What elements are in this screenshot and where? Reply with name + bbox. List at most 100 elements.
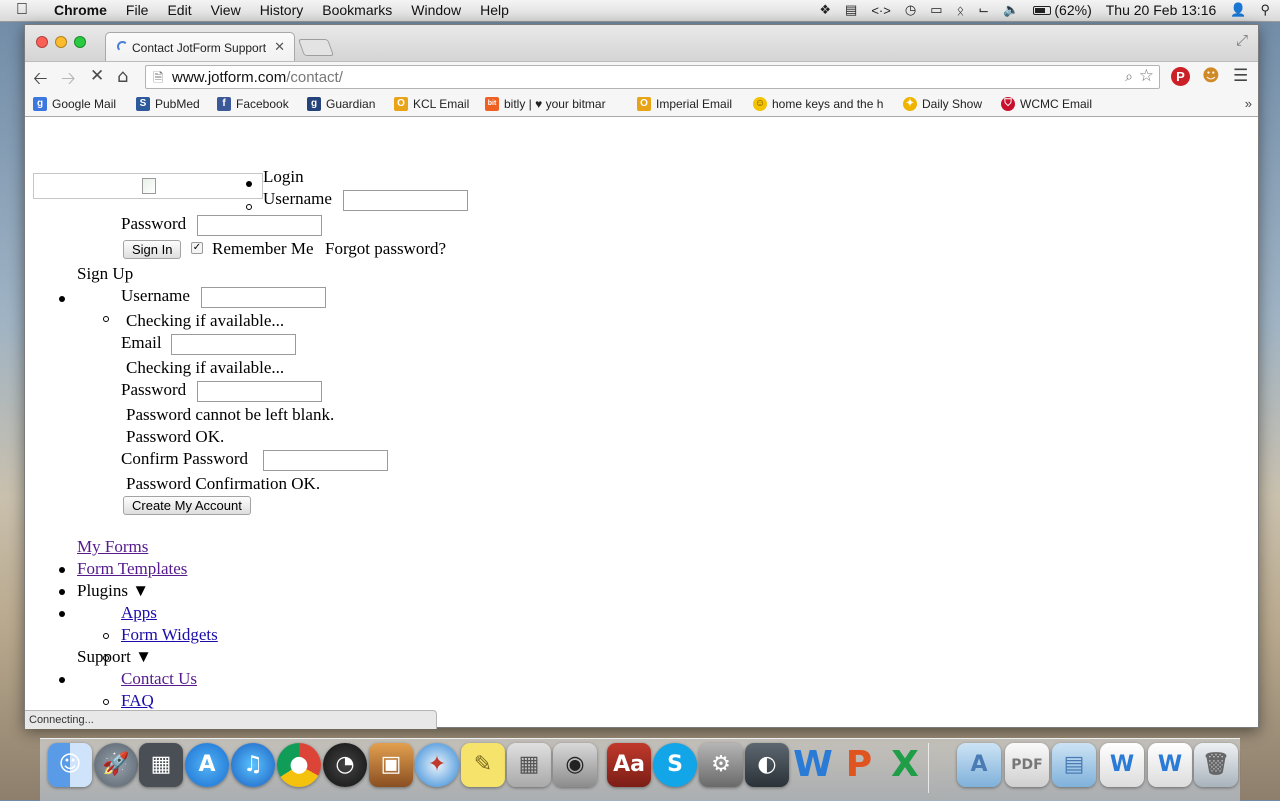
bookmark-daily-show[interactable]: ✦ Daily Show bbox=[903, 97, 982, 111]
menu-history[interactable]: History bbox=[260, 2, 304, 18]
applications-folder-icon[interactable]: A bbox=[957, 743, 1001, 787]
word-document-icon[interactable]: W bbox=[1148, 743, 1192, 787]
dictionary-icon[interactable]: Aa bbox=[607, 743, 651, 787]
dashboard-icon[interactable]: ◔ bbox=[323, 743, 367, 787]
word-icon[interactable]: W bbox=[791, 743, 835, 787]
chrome-icon[interactable]: ● bbox=[277, 743, 321, 787]
chrome-menu-icon[interactable]: ☰ bbox=[1233, 66, 1248, 86]
safari-icon[interactable]: ✦ bbox=[415, 743, 459, 787]
iphoto-icon[interactable]: ▣ bbox=[369, 743, 413, 787]
display-icon[interactable]: ▭ bbox=[930, 2, 942, 18]
outlook-icon: O bbox=[637, 97, 651, 111]
calculator-icon[interactable]: ▦ bbox=[507, 743, 551, 787]
signup-heading: Sign Up bbox=[77, 264, 134, 283]
pdf-document-icon[interactable]: PDF bbox=[1005, 743, 1049, 787]
battery-indicator[interactable]: (62%) bbox=[1033, 2, 1092, 18]
user-icon[interactable]: 👤 bbox=[1230, 2, 1246, 18]
nav-plugins-menu[interactable]: Plugins ▼ bbox=[77, 581, 149, 601]
sign-in-button[interactable]: Sign In bbox=[123, 240, 182, 259]
documents-folder-icon[interactable]: ▤ bbox=[1052, 743, 1096, 787]
menu-help[interactable]: Help bbox=[480, 2, 509, 18]
zoom-icon[interactable]: ⌕ bbox=[1125, 68, 1133, 85]
signup-email-input[interactable] bbox=[171, 334, 296, 355]
nav-my-forms-link[interactable]: My Forms bbox=[77, 537, 148, 557]
stop-loading-button[interactable]: ✕ bbox=[90, 66, 104, 86]
system-preferences-icon[interactable]: ⚙ bbox=[699, 743, 743, 787]
bullet-icon bbox=[59, 611, 65, 617]
menu-view[interactable]: View bbox=[211, 2, 241, 18]
logo-image[interactable] bbox=[33, 173, 263, 199]
status-menus: ❖ ▤ <·> ◷ ▭ ᛟ ⌙ 🔈 (62%) Thu 20 Feb 13:16… bbox=[819, 2, 1270, 18]
pinterest-icon[interactable]: P bbox=[1171, 67, 1190, 86]
signup-username-input[interactable] bbox=[201, 287, 326, 308]
bluetooth-icon[interactable]: ᛟ bbox=[956, 3, 964, 18]
spotlight-search-icon[interactable]: ⚲ bbox=[1260, 2, 1270, 18]
address-bar[interactable]: 🗎 www.jotform.com/contact/ ⌕ ☆ bbox=[145, 65, 1160, 89]
nav-form-widgets-link[interactable]: Form Widgets bbox=[121, 625, 218, 645]
home-button[interactable]: ⌂ bbox=[117, 66, 128, 87]
bookmark-imperial-email[interactable]: O Imperial Email bbox=[637, 97, 732, 111]
itunes-icon[interactable]: ♫ bbox=[231, 743, 275, 787]
nav-faq-link[interactable]: FAQ bbox=[121, 691, 154, 711]
create-account-button[interactable]: Create My Account bbox=[123, 496, 251, 515]
fullscreen-icon[interactable]: ⤢ bbox=[1236, 31, 1248, 49]
dropbox-icon[interactable]: ❖ bbox=[819, 2, 831, 18]
stickies-icon[interactable]: ✎ bbox=[461, 743, 505, 787]
window-zoom-button[interactable] bbox=[74, 36, 86, 48]
facetime-icon[interactable]: ◐ bbox=[745, 743, 789, 787]
window-close-button[interactable] bbox=[36, 36, 48, 48]
ghostery-icon[interactable]: ☻ bbox=[1202, 66, 1220, 86]
bookmark-pubmed[interactable]: S PubMed bbox=[136, 97, 200, 111]
skype-icon[interactable]: S bbox=[653, 743, 697, 787]
bookmark-facebook[interactable]: f Facebook bbox=[217, 97, 289, 111]
apple-icon[interactable]:  bbox=[16, 1, 28, 19]
nav-contact-us-link[interactable]: Contact Us bbox=[121, 669, 197, 689]
login-username-input[interactable] bbox=[343, 190, 468, 211]
menu-bookmarks[interactable]: Bookmarks bbox=[322, 2, 392, 18]
remember-me-checkbox[interactable]: ✓ bbox=[191, 242, 203, 254]
app-store-icon[interactable]: A bbox=[185, 743, 229, 787]
menu-edit[interactable]: Edit bbox=[167, 2, 191, 18]
bookmark-wcmc-email[interactable]: ⛉ WCMC Email bbox=[1001, 97, 1092, 111]
bookmark-kcl-email[interactable]: O KCL Email bbox=[394, 97, 469, 111]
word-document-icon[interactable]: W bbox=[1100, 743, 1144, 787]
menu-window[interactable]: Window bbox=[411, 2, 461, 18]
code-icon[interactable]: <·> bbox=[871, 3, 891, 18]
forgot-password-link[interactable]: Forgot password? bbox=[325, 239, 446, 259]
bookmark-home-keys[interactable]: ☺ home keys and the h bbox=[753, 97, 887, 111]
nav-support-menu[interactable]: Support ▼ bbox=[77, 647, 152, 667]
excel-icon[interactable]: X bbox=[883, 743, 927, 787]
menu-chrome[interactable]: Chrome bbox=[54, 2, 107, 18]
nav-form-templates-link[interactable]: Form Templates bbox=[77, 559, 187, 579]
dock-separator bbox=[928, 743, 929, 793]
menu-file[interactable]: File bbox=[126, 2, 149, 18]
clock[interactable]: Thu 20 Feb 13:16 bbox=[1106, 2, 1217, 18]
launchpad-icon[interactable]: 🚀 bbox=[94, 743, 138, 787]
tab-contact-jotform[interactable]: Contact JotForm Support ✕ bbox=[105, 32, 295, 61]
finder-icon[interactable]: ☺ bbox=[48, 743, 92, 787]
bookmark-bitly[interactable]: bit bitly | ♥ your bitmar bbox=[485, 97, 615, 111]
confirm-password-input[interactable] bbox=[263, 450, 388, 471]
login-password-input[interactable] bbox=[197, 215, 322, 236]
signup-password-input[interactable] bbox=[197, 381, 322, 402]
screenshot-camera-icon[interactable]: ◉ bbox=[553, 743, 597, 787]
bookmark-star-icon[interactable]: ☆ bbox=[1139, 66, 1154, 86]
readability-icon[interactable]: ▤ bbox=[845, 2, 857, 18]
bookmark-google-mail[interactable]: g Google Mail bbox=[33, 97, 116, 111]
window-minimize-button[interactable] bbox=[55, 36, 67, 48]
dock: ☺ 🚀 ▦ A ♫ ● ◔ ▣ ✦ ✎ ▦ ◉ Aa S ⚙ ◐ W P X A… bbox=[40, 738, 1240, 801]
nav-apps-link[interactable]: Apps bbox=[121, 603, 157, 623]
time-machine-icon[interactable]: ◷ bbox=[905, 2, 916, 18]
tab-close-icon[interactable]: ✕ bbox=[274, 39, 285, 55]
wifi-icon[interactable]: ⌙ bbox=[978, 2, 989, 18]
guardian-icon: g bbox=[307, 97, 321, 111]
powerpoint-icon[interactable]: P bbox=[837, 743, 881, 787]
bookmarks-overflow-icon[interactable]: » bbox=[1245, 96, 1252, 111]
trash-icon[interactable]: 🗑 bbox=[1194, 743, 1238, 787]
new-tab-button[interactable] bbox=[297, 39, 335, 56]
login-username-label: Username bbox=[263, 189, 332, 208]
mission-control-icon[interactable]: ▦ bbox=[139, 743, 183, 787]
bullet-icon bbox=[103, 699, 109, 705]
volume-icon[interactable]: 🔈 bbox=[1003, 2, 1019, 18]
bookmark-guardian[interactable]: g Guardian bbox=[307, 97, 375, 111]
